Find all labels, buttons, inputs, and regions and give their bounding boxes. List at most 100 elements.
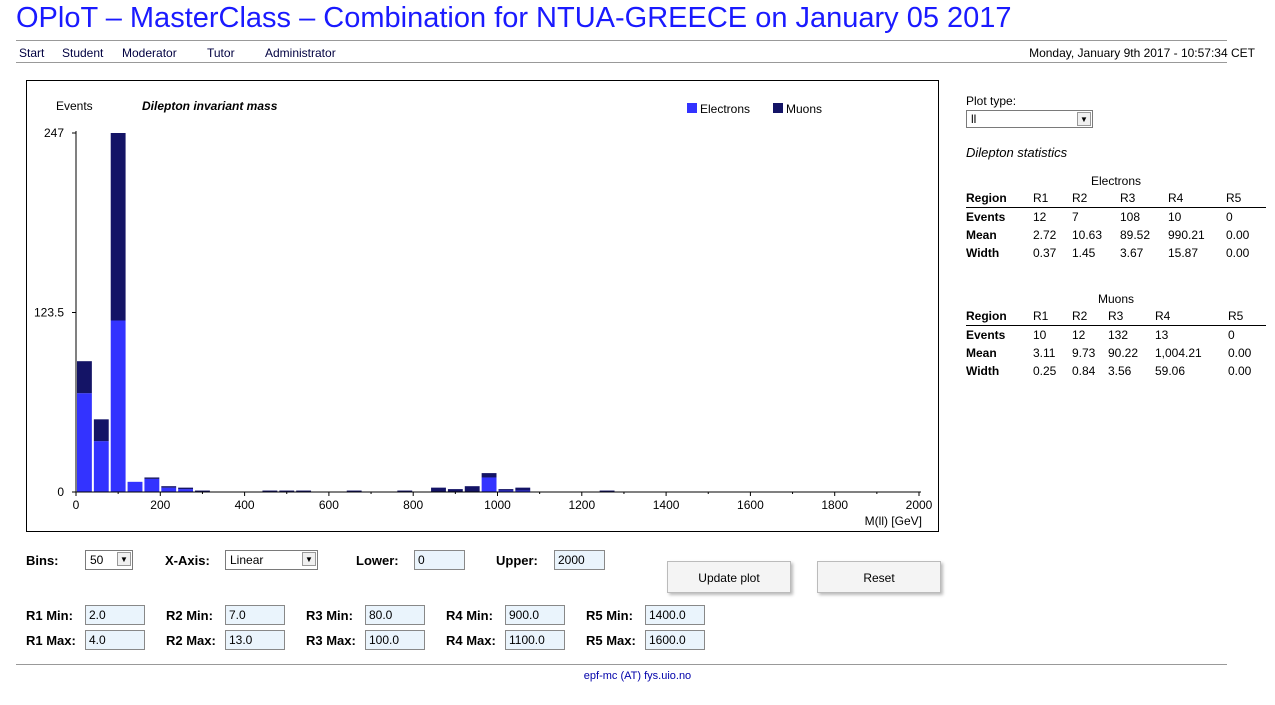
bar-electrons: [110, 320, 126, 492]
x-tick-label: 1800: [821, 498, 848, 512]
r4-max-input[interactable]: 1100.0: [505, 630, 565, 650]
r1-max-input[interactable]: 4.0: [85, 630, 145, 650]
x-tick-label: 800: [403, 498, 423, 512]
header-cell: R5: [1228, 307, 1266, 326]
table-cell: 7: [1072, 210, 1079, 224]
header-cell: R2: [1072, 307, 1108, 326]
chart-legend: Electrons Muons: [687, 102, 822, 116]
r2-min-label: R2 Min:: [166, 608, 213, 623]
chevron-down-icon[interactable]: ▼: [117, 552, 131, 566]
r2-min-input[interactable]: 7.0: [225, 605, 285, 625]
r5-min-input[interactable]: 1400.0: [645, 605, 705, 625]
table-cell: 0.00: [1226, 246, 1250, 260]
bar-muons: [144, 477, 160, 479]
y-tick-label: 123.5: [34, 306, 64, 320]
header-cell: R3: [1108, 307, 1155, 326]
electrons-caption: Electrons: [1090, 173, 1142, 188]
legend-swatch: [687, 103, 697, 113]
y-axis-label: Events: [56, 99, 93, 113]
nav-moderator[interactable]: Moderator: [122, 46, 177, 60]
table-cell: Mean: [966, 228, 997, 242]
header-cell: R5: [1226, 189, 1266, 208]
r5-max-label: R5 Max:: [586, 633, 636, 648]
update-plot-button[interactable]: Update plot: [667, 561, 791, 593]
plot-type-select[interactable]: ll ▼: [966, 110, 1093, 128]
table-header-row: Region R1 R2 R3 R4 R5: [966, 307, 1266, 326]
table-cell: 12: [1072, 328, 1086, 342]
bar-electrons: [77, 393, 92, 492]
x-axis-label: X-Axis:: [165, 553, 210, 568]
reset-button[interactable]: Reset: [817, 561, 941, 593]
r1-min-input[interactable]: 2.0: [85, 605, 145, 625]
plot-type-label: Plot type:: [966, 94, 1017, 108]
table-row: Mean 2.72 10.63 89.52 990.21 0.00: [966, 226, 1266, 244]
chevron-down-icon[interactable]: ▼: [302, 552, 316, 566]
stats-title: Dilepton statistics: [966, 145, 1068, 160]
x-tick-label: 2000: [906, 498, 933, 512]
plot-type-value: ll: [971, 112, 977, 126]
bar-muons: [464, 486, 480, 492]
header-cell: R4: [1168, 189, 1226, 208]
table-cell: 59.06: [1155, 364, 1186, 378]
header-cell: R1: [1033, 307, 1072, 326]
r4-min-input[interactable]: 900.0: [505, 605, 565, 625]
header-cell: R3: [1120, 189, 1168, 208]
legend-swatch: [773, 103, 783, 113]
x-axis-value: Linear: [230, 553, 264, 567]
x-tick-label: 0: [73, 498, 80, 512]
bar-muons: [110, 133, 126, 321]
table-row: Events 10 12 132 13 0: [966, 326, 1266, 345]
table-cell: 0.00: [1226, 228, 1250, 242]
table-cell: 132: [1108, 328, 1129, 342]
r5-max-input[interactable]: 1600.0: [645, 630, 705, 650]
x-axis-select[interactable]: Linear ▼: [225, 550, 318, 570]
table-cell: 12: [1033, 210, 1047, 224]
x-tick-label: 1600: [737, 498, 764, 512]
table-cell: 0.37: [1033, 246, 1057, 260]
y-tick-label: 0: [57, 485, 64, 499]
upper-label: Upper:: [496, 553, 538, 568]
bar-muons: [178, 487, 194, 490]
x-tick-label: 1400: [653, 498, 680, 512]
bar-electrons: [144, 478, 160, 492]
muons-stats-table: Muons Region R1 R2 R3 R4 R5 Events 10 12…: [966, 290, 1266, 380]
r5-min-label: R5 Min:: [586, 608, 633, 623]
x-tick-label: 1200: [568, 498, 595, 512]
bins-label: Bins:: [26, 553, 59, 568]
bins-select[interactable]: 50 ▼: [85, 550, 133, 570]
bar-muons: [498, 489, 514, 491]
bar-muons: [431, 487, 446, 492]
x-axis-label: M(ll) [GeV]: [865, 514, 922, 528]
table-cell: 10: [1033, 328, 1047, 342]
nav-administrator[interactable]: Administrator: [265, 46, 336, 60]
chevron-down-icon[interactable]: ▼: [1077, 112, 1091, 126]
upper-input[interactable]: 2000: [554, 550, 605, 570]
table-cell: 990.21: [1168, 228, 1205, 242]
r2-max-input[interactable]: 13.0: [225, 630, 285, 650]
bar-electrons: [93, 441, 109, 492]
r3-min-input[interactable]: 80.0: [365, 605, 425, 625]
bar-electrons: [127, 481, 143, 492]
lower-input[interactable]: 0: [414, 550, 465, 570]
header-divider: [16, 40, 1227, 41]
bar-electrons: [481, 477, 497, 492]
table-cell: 3.67: [1120, 246, 1144, 260]
header-cell: Region: [966, 307, 1033, 326]
invariant-mass-chart: Events Dilepton invariant mass M(ll) [Ge…: [34, 99, 933, 528]
table-cell: Width: [966, 364, 1000, 378]
footer-contact[interactable]: epf-mc (AT) fys.uio.no: [0, 670, 1275, 682]
r3-max-input[interactable]: 100.0: [365, 630, 425, 650]
header-cell: Region: [966, 189, 1033, 208]
nav-start[interactable]: Start: [19, 46, 44, 60]
datetime: Monday, January 9th 2017 - 10:57:34 CET: [1029, 46, 1255, 60]
nav-student[interactable]: Student: [62, 46, 103, 60]
x-tick-label: 1000: [484, 498, 511, 512]
lower-label: Lower:: [356, 553, 399, 568]
table-cell: Mean: [966, 346, 997, 360]
x-tick-label: 600: [319, 498, 339, 512]
table-cell: 108: [1120, 210, 1141, 224]
table-cell: 9.73: [1072, 346, 1096, 360]
table-cell: 2.72: [1033, 228, 1057, 242]
x-tick-label: 200: [150, 498, 170, 512]
nav-tutor[interactable]: Tutor: [207, 46, 235, 60]
